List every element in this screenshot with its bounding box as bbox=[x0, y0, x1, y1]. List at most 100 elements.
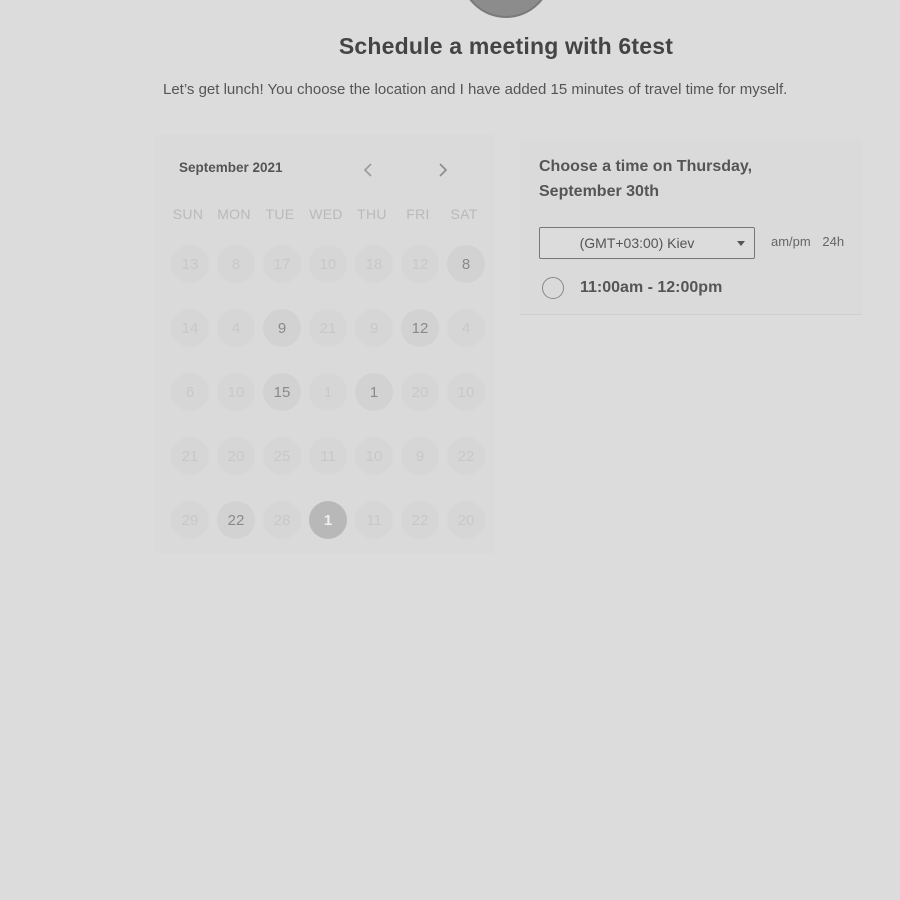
calendar-day: 13 bbox=[167, 242, 213, 286]
calendar-day-number: 8 bbox=[217, 245, 255, 283]
weekday-label: THU bbox=[357, 206, 387, 222]
scheduling-page: Schedule a meeting with 6test Let’s get … bbox=[0, 0, 900, 900]
calendar-day: 9 bbox=[351, 306, 397, 350]
calendar-day-number: 20 bbox=[401, 373, 439, 411]
next-month-button[interactable] bbox=[431, 158, 455, 182]
calendar-day-number: 10 bbox=[355, 437, 393, 475]
calendar-day-number: 9 bbox=[355, 309, 393, 347]
calendar-day-number: 8 bbox=[447, 245, 485, 283]
calendar-day: 6 bbox=[167, 370, 213, 414]
weekday-label: FRI bbox=[406, 206, 430, 222]
calendar-day-number: 13 bbox=[171, 245, 209, 283]
calendar-day-number: 17 bbox=[263, 245, 301, 283]
calendar-day-number: 11 bbox=[355, 501, 393, 539]
calendar-day[interactable]: 15 bbox=[259, 370, 305, 414]
caret-down-icon bbox=[728, 240, 754, 246]
calendar-day: 14 bbox=[167, 306, 213, 350]
timezone-select[interactable]: (GMT+03:00) Kiev bbox=[539, 227, 755, 259]
calendar-day[interactable]: 22 bbox=[213, 498, 259, 542]
calendar-day-number: 25 bbox=[263, 437, 301, 475]
weekday-label: MON bbox=[217, 206, 251, 222]
calendar-day-number: 20 bbox=[217, 437, 255, 475]
calendar-day[interactable]: 12 bbox=[397, 306, 443, 350]
time-slot-radio[interactable] bbox=[542, 277, 564, 299]
timezone-value: (GMT+03:00) Kiev bbox=[579, 235, 695, 251]
calendar-day: 10 bbox=[351, 434, 397, 478]
calendar-month-label: September 2021 bbox=[179, 160, 283, 175]
format-24h-option[interactable]: 24h bbox=[822, 234, 844, 249]
weekday-label: WED bbox=[309, 206, 343, 222]
calendar-day-number: 21 bbox=[171, 437, 209, 475]
calendar-day-number: 4 bbox=[447, 309, 485, 347]
time-format-toggle: am/pm 24h bbox=[771, 234, 844, 249]
calendar-day-number: 1 bbox=[355, 373, 393, 411]
calendar-day-number: 22 bbox=[217, 501, 255, 539]
calendar-day: 1 bbox=[305, 370, 351, 414]
calendar-day[interactable]: 8 bbox=[443, 242, 489, 286]
calendar-day-number: 20 bbox=[447, 501, 485, 539]
calendar-day: 25 bbox=[259, 434, 305, 478]
page-description: Let’s get lunch! You choose the location… bbox=[163, 81, 788, 98]
calendar-day: 4 bbox=[443, 306, 489, 350]
calendar-day-number: 15 bbox=[263, 373, 301, 411]
calendar-day-number: 10 bbox=[217, 373, 255, 411]
chevron-right-icon bbox=[439, 163, 448, 177]
calendar-day-number: 1 bbox=[309, 373, 347, 411]
calendar-day-number: 28 bbox=[263, 501, 301, 539]
weekday-label: TUE bbox=[265, 206, 295, 222]
format-ampm-option[interactable]: am/pm bbox=[771, 234, 811, 249]
time-slot[interactable]: 11:00am - 12:00pm bbox=[542, 277, 722, 299]
page-title: Schedule a meeting with 6test bbox=[338, 33, 674, 59]
weekday-label: SAT bbox=[450, 206, 478, 222]
calendar-day-number: 12 bbox=[401, 245, 439, 283]
calendar-day[interactable]: 9 bbox=[259, 306, 305, 350]
time-selection-panel: Choose a time on Thursday, September 30t… bbox=[520, 140, 862, 315]
calendar-day: 22 bbox=[443, 434, 489, 478]
calendar-day: 20 bbox=[213, 434, 259, 478]
calendar-day: 20 bbox=[397, 370, 443, 414]
calendar-day-number: 9 bbox=[401, 437, 439, 475]
calendar-day: 11 bbox=[305, 434, 351, 478]
calendar-day: 10 bbox=[213, 370, 259, 414]
calendar-day: 4 bbox=[213, 306, 259, 350]
calendar-day: 10 bbox=[305, 242, 351, 286]
calendar-day: 20 bbox=[443, 498, 489, 542]
calendar-day: 21 bbox=[167, 434, 213, 478]
calendar-day-selected[interactable]: 1 bbox=[305, 498, 351, 542]
calendar-day-number: 18 bbox=[355, 245, 393, 283]
calendar-day: 18 bbox=[351, 242, 397, 286]
weekday-label: SUN bbox=[172, 206, 204, 222]
calendar-day: 21 bbox=[305, 306, 351, 350]
calendar-day-number: 10 bbox=[309, 245, 347, 283]
calendar-day: 11 bbox=[351, 498, 397, 542]
calendar-day[interactable]: 1 bbox=[351, 370, 397, 414]
calendar-day-number: 10 bbox=[447, 373, 485, 411]
calendar-day: 17 bbox=[259, 242, 305, 286]
calendar-day: 9 bbox=[397, 434, 443, 478]
host-avatar bbox=[460, 0, 552, 18]
calendar-weekday-header: SUN MON TUE WED THU FRI SAT bbox=[165, 206, 487, 222]
calendar-day-number: 4 bbox=[217, 309, 255, 347]
calendar-day: 28 bbox=[259, 498, 305, 542]
calendar-day-number: 22 bbox=[401, 501, 439, 539]
calendar-day-number: 21 bbox=[309, 309, 347, 347]
time-panel-heading: Choose a time on Thursday, September 30t… bbox=[539, 158, 753, 200]
time-slot-label: 11:00am - 12:00pm bbox=[580, 279, 723, 296]
calendar-day-number: 12 bbox=[401, 309, 439, 347]
calendar-day-number: 6 bbox=[171, 373, 209, 411]
calendar-day: 22 bbox=[397, 498, 443, 542]
calendar-day-number: 1 bbox=[309, 501, 347, 539]
calendar-day: 8 bbox=[213, 242, 259, 286]
calendar-day-number: 29 bbox=[171, 501, 209, 539]
date-picker-calendar: September 2021 SUN MON TUE WED THU FRI S… bbox=[155, 134, 495, 554]
calendar-day: 12 bbox=[397, 242, 443, 286]
calendar-day-number: 14 bbox=[171, 309, 209, 347]
previous-month-button[interactable] bbox=[356, 158, 380, 182]
calendar-day-grid: 13 8 17 10 18 12 8 14 4 9 21 9 12 4 6 10 15 1 1 20 10 21 20 25 1… bbox=[167, 242, 489, 562]
calendar-day-number: 11 bbox=[309, 437, 347, 475]
calendar-day: 10 bbox=[443, 370, 489, 414]
calendar-day-number: 9 bbox=[263, 309, 301, 347]
chevron-left-icon bbox=[363, 163, 372, 177]
calendar-day-number: 22 bbox=[447, 437, 485, 475]
calendar-day: 29 bbox=[167, 498, 213, 542]
